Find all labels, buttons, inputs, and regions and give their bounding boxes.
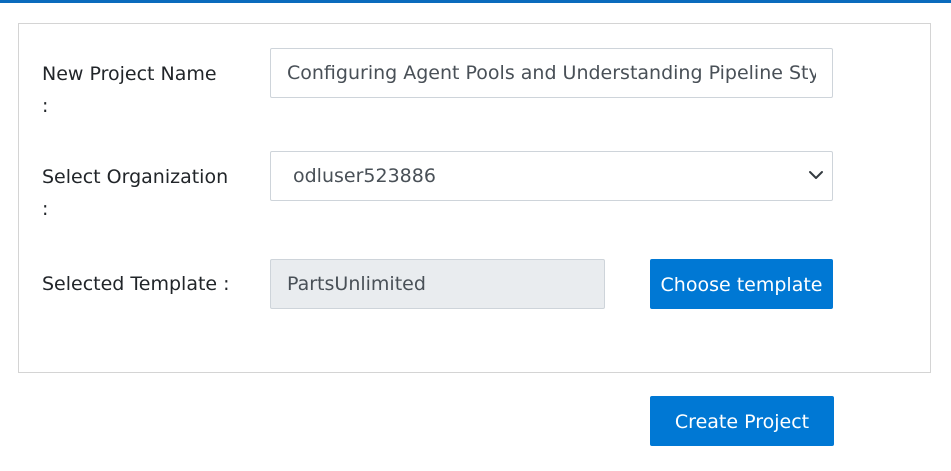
top-accent-bar (0, 0, 951, 3)
template-label-text: Selected Template : (42, 273, 230, 295)
project-name-label: New Project Name : (42, 58, 242, 122)
organization-select[interactable]: odluser523886 (270, 151, 833, 201)
chevron-down-icon (809, 171, 823, 179)
create-project-button[interactable]: Create Project (650, 396, 834, 446)
selected-template-value: PartsUnlimited (287, 273, 426, 295)
selected-template-field: PartsUnlimited (270, 259, 605, 309)
project-name-label-colon: : (42, 95, 49, 117)
project-name-input[interactable] (270, 48, 833, 98)
project-name-label-text: New Project Name (42, 63, 217, 85)
template-label: Selected Template : (42, 268, 242, 300)
organization-label-colon: : (42, 198, 49, 220)
project-form-panel: New Project Name : Select Organization :… (18, 23, 931, 373)
organization-select-value: odluser523886 (293, 165, 436, 187)
organization-label: Select Organization : (42, 161, 242, 225)
organization-label-text: Select Organization (42, 166, 229, 188)
choose-template-button[interactable]: Choose template (650, 259, 833, 309)
